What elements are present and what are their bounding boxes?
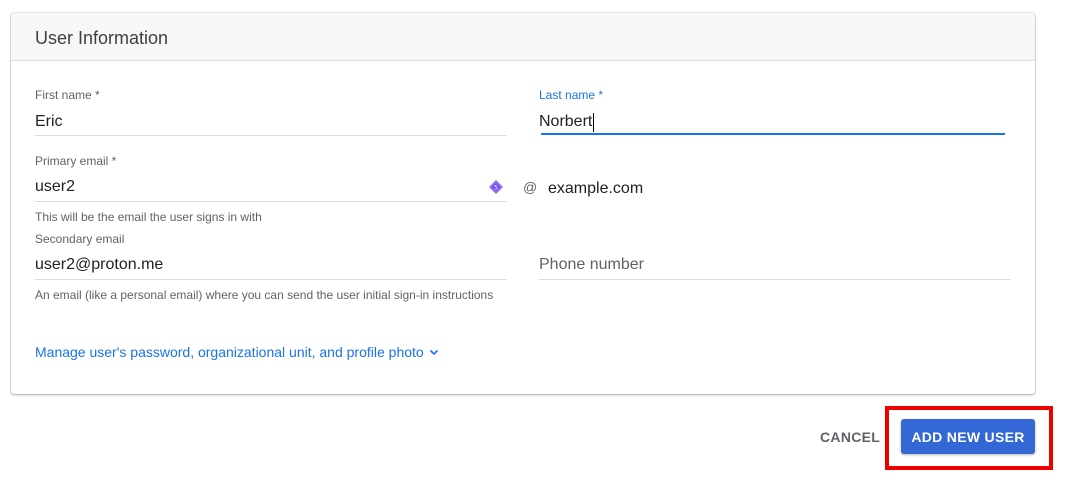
chevron-down-icon bbox=[429, 349, 438, 356]
secondary-email-input[interactable] bbox=[35, 254, 507, 276]
last-name-label: Last name * bbox=[539, 88, 604, 102]
card-title: User Information bbox=[35, 28, 169, 48]
email-domain: example.com bbox=[548, 180, 644, 197]
user-information-card: User Information First name * Last name … bbox=[11, 13, 1035, 394]
primary-email-input[interactable] bbox=[35, 176, 475, 198]
phone-number-input[interactable] bbox=[539, 254, 1011, 276]
phone-number-underline bbox=[539, 279, 1011, 280]
last-name-underline bbox=[541, 133, 1005, 135]
add-new-user-button[interactable]: ADD NEW USER bbox=[901, 419, 1035, 454]
secondary-email-helper: An email (like a personal email) where y… bbox=[35, 288, 494, 302]
first-name-label: First name * bbox=[35, 88, 100, 102]
secondary-email-underline bbox=[35, 279, 507, 280]
card-header: User Information bbox=[11, 13, 1035, 61]
primary-email-underline bbox=[35, 201, 507, 202]
secondary-email-label: Secondary email bbox=[35, 232, 125, 246]
first-name-input[interactable] bbox=[35, 111, 507, 133]
text-caret bbox=[593, 113, 594, 132]
cancel-button[interactable]: CANCEL bbox=[812, 421, 888, 453]
last-name-input[interactable] bbox=[539, 111, 1005, 133]
primary-email-helper: This will be the email the user signs in… bbox=[35, 210, 262, 224]
at-sign: @ bbox=[523, 179, 538, 195]
first-name-underline bbox=[35, 135, 507, 136]
manage-link-label: Manage user's password, organizational u… bbox=[35, 344, 424, 360]
svg-text:5: 5 bbox=[494, 185, 498, 192]
primary-email-label: Primary email * bbox=[35, 154, 117, 168]
manage-user-options-link[interactable]: Manage user's password, organizational u… bbox=[35, 344, 440, 360]
password-manager-icon[interactable]: 5 bbox=[488, 179, 504, 195]
